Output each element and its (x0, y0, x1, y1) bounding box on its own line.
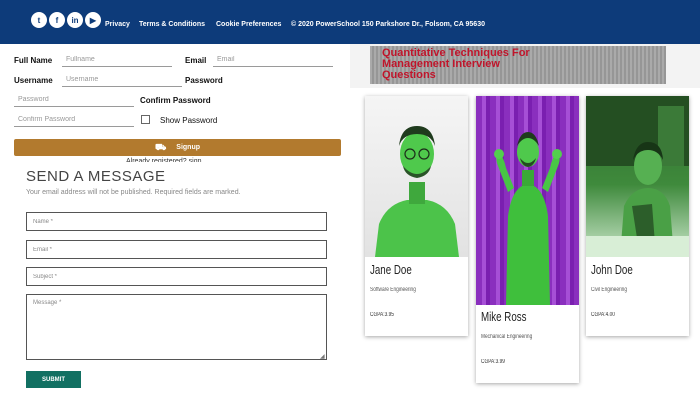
twitter-icon[interactable]: t (31, 12, 47, 28)
card-name: Jane Doe (370, 262, 412, 277)
signup-button-label: Signup (176, 144, 201, 151)
fullname-input[interactable] (62, 53, 172, 67)
card-gpa: CGPA:3.95 (370, 312, 394, 318)
privacy-link[interactable]: Privacy (105, 21, 130, 28)
car-icon: ⛟ (154, 141, 167, 152)
password-label: Password (185, 76, 223, 85)
facebook-icon[interactable]: f (49, 12, 65, 28)
copyright-text: © 2020 PowerSchool 150 Parkshore Dr., Fo… (291, 21, 485, 28)
profile-photo (476, 96, 579, 305)
profile-photo (586, 96, 689, 257)
email-label: Email (185, 56, 207, 65)
email-input[interactable] (213, 53, 333, 67)
top-bar: t f in ▶ Privacy Terms & Conditions Cook… (0, 0, 700, 44)
contact-title: SEND A MESSAGE (26, 168, 166, 185)
name-input[interactable] (26, 212, 327, 231)
fullname-label: Full Name (14, 56, 53, 65)
card-gpa: CGPA:3.99 (481, 359, 505, 365)
username-input[interactable] (62, 73, 182, 87)
terms-link[interactable]: Terms & Conditions (139, 21, 205, 28)
card-major: Civil Engineering (591, 287, 628, 293)
profile-card[interactable]: Mike Ross Mechanical Engineering CGPA:3.… (476, 96, 579, 383)
confirm-password-input[interactable] (14, 113, 134, 127)
show-password-label: Show Password (160, 116, 218, 125)
card-major: Mechanical Engineering (481, 334, 533, 340)
card-name: John Doe (591, 262, 633, 277)
username-label: Username (14, 76, 53, 85)
resize-handle-icon[interactable]: ◢ (320, 353, 325, 360)
password-input[interactable] (14, 93, 134, 107)
banner-line: Questions (382, 69, 436, 81)
card-major: Software Engineering (370, 287, 416, 293)
card-name: Mike Ross (481, 309, 527, 324)
submit-button[interactable]: SUBMIT (26, 371, 81, 388)
show-password-checkbox[interactable] (141, 115, 150, 124)
subject-input[interactable] (26, 267, 327, 286)
already-registered-text: Already registered? sign (126, 158, 202, 162)
signup-button[interactable]: ⛟ Signup (14, 139, 341, 156)
banner: Quantitative Techniques For Management I… (370, 46, 666, 84)
profile-card[interactable]: John Doe Civil Engineering CGPA:4.00 (586, 96, 689, 336)
message-textarea[interactable] (26, 294, 327, 360)
profile-card[interactable]: Jane Doe Software Engineering CGPA:3.95 (365, 96, 468, 336)
contact-subtitle: Your email address will not be published… (26, 189, 241, 196)
card-gpa: CGPA:4.00 (591, 312, 615, 318)
profile-photo (365, 96, 468, 257)
confirm-password-label: Confirm Password (140, 96, 211, 105)
email-input-contact[interactable] (26, 240, 327, 259)
youtube-icon[interactable]: ▶ (85, 12, 101, 28)
cookie-preferences-link[interactable]: Cookie Preferences (216, 21, 281, 28)
linkedin-icon[interactable]: in (67, 12, 83, 28)
